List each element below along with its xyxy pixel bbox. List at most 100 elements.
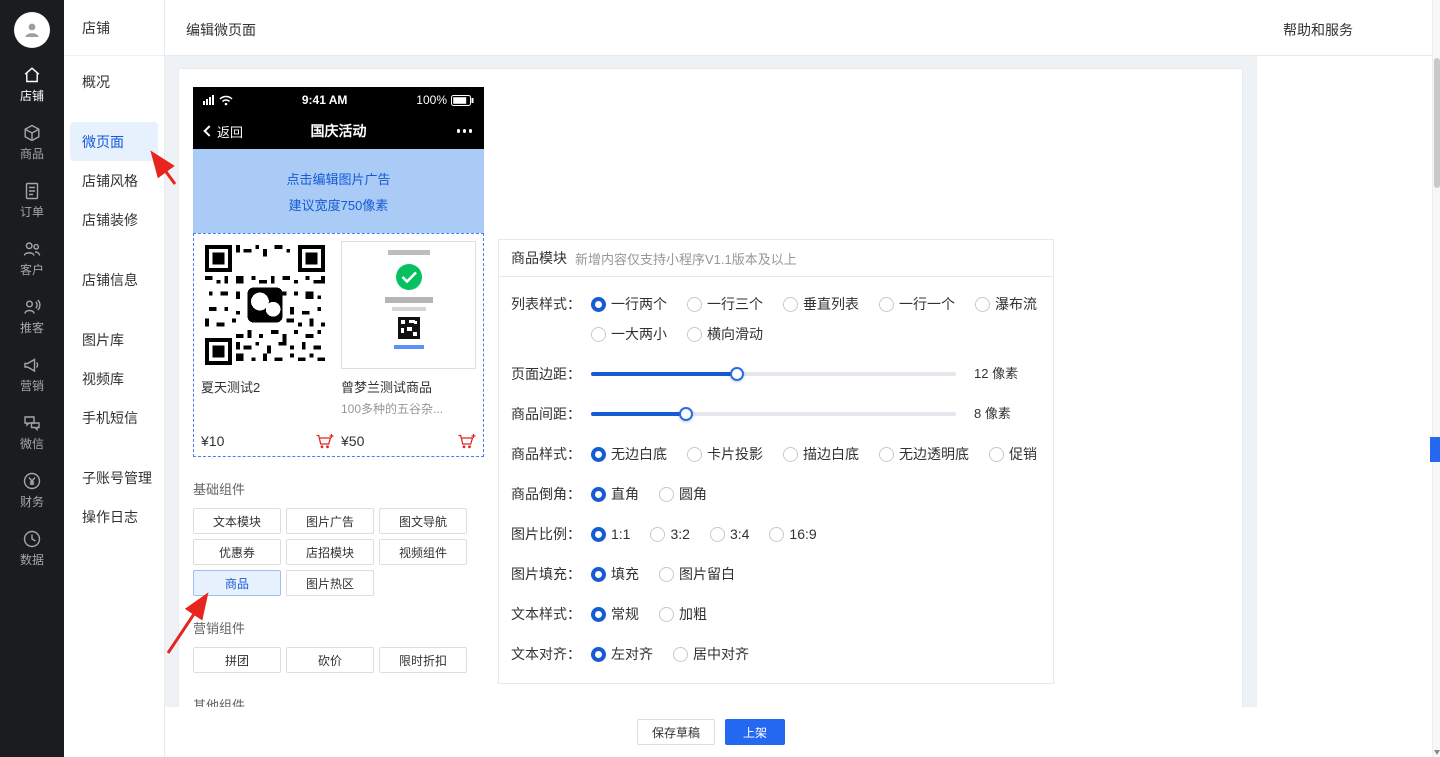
radio-card-shadow[interactable]: 卡片投影 [687,443,763,465]
product-image [341,241,476,369]
component-btn-goods[interactable]: 商品 [193,570,281,596]
avatar-person-icon [21,19,43,41]
radio-align-left[interactable]: 左对齐 [591,643,653,665]
component-btn-bargain[interactable]: 砍价 [286,647,374,673]
sidebar-item-overview[interactable]: 概况 [64,62,164,101]
sidebar-item-marketing[interactable]: 营销 [0,344,64,402]
setting-label: 商品倒角： [511,483,591,505]
sidebar-item-micropage[interactable]: 微页面 [70,122,158,161]
radio-ratio-3-2[interactable]: 3:2 [650,523,689,545]
radio-ratio-1-1[interactable]: 1:1 [591,523,630,545]
settings-subtitle: 新增内容仅支持小程序V1.1版本及以上 [575,249,797,268]
store-avatar[interactable] [14,12,50,48]
setting-row-item-gap: 商品间距： 8 像素 [511,403,1037,425]
sidebar-item-label: 营销 [20,380,44,392]
sidebar-item-finance[interactable]: 财务 [0,460,64,518]
data-icon [22,529,42,549]
radio-ratio-16-9[interactable]: 16:9 [769,523,816,545]
component-btn-store-sign[interactable]: 店招模块 [286,539,374,565]
vertical-scrollbar[interactable] [1432,0,1440,757]
scrollbar-down-arrow-icon[interactable] [1434,750,1440,755]
radio-icon [687,297,702,312]
radio-one-big-two-small[interactable]: 一大两小 [591,323,667,345]
setting-row-page-margin: 页面边距： 12 像素 [511,363,1037,385]
component-btn-text-module[interactable]: 文本模块 [193,508,281,534]
page-margin-slider[interactable] [591,363,956,385]
qr-code-image [201,241,329,369]
radio-two-per-row[interactable]: 一行两个 [591,293,667,315]
radio-waterfall[interactable]: 瀑布流 [975,293,1037,315]
selected-goods-module[interactable]: 夏天测试2 ¥10 [193,233,484,457]
sidebar-item-label: 商品 [20,148,44,160]
sidebar-item-data[interactable]: 数据 [0,518,64,576]
editor-panel: 9:41 AM 100% 返回 国庆活动 [178,68,1243,745]
radio-square-corner[interactable]: 直角 [591,483,639,505]
settings-title: 商品模块 [511,248,567,268]
sidebar-item-sms[interactable]: 手机短信 [64,398,164,437]
radio-one-per-row[interactable]: 一行一个 [879,293,955,315]
radio-regular[interactable]: 常规 [591,603,639,625]
sidebar-item-shop[interactable]: 店铺 [0,54,64,112]
radio-round-corner[interactable]: 圆角 [659,483,707,505]
save-draft-button[interactable]: 保存草稿 [637,719,715,745]
help-and-service-link[interactable]: 帮助和服务 [1283,20,1353,40]
setting-label: 列表样式： [511,293,591,315]
item-gap-slider[interactable] [591,403,956,425]
component-btn-image-text-nav[interactable]: 图文导航 [379,508,467,534]
page-title: 编辑微页面 [186,20,256,40]
goods-module-settings: 商品模块 新增内容仅支持小程序V1.1版本及以上 列表样式： 一行两个 一行三个… [498,239,1054,684]
cart-plus-icon [315,433,334,449]
sidebar-item-shop-info[interactable]: 店铺信息 [64,260,164,299]
sidebar-item-orders[interactable]: 订单 [0,170,64,228]
radio-icon [591,297,606,312]
slider-handle[interactable] [730,367,744,381]
radio-ratio-3-4[interactable]: 3:4 [710,523,749,545]
slider-handle[interactable] [679,407,693,421]
radio-promo[interactable]: 促销 [989,443,1037,465]
sidebar-item-goods[interactable]: 商品 [0,112,64,170]
setting-label: 图片填充： [511,563,591,585]
secondary-sidebar: 店铺 概况 微页面 店铺风格 店铺装修 店铺信息 图片库 视频库 手机短信 子账… [64,0,165,757]
radio-vertical-list[interactable]: 垂直列表 [783,293,859,315]
radio-stroke-white[interactable]: 描边白底 [783,443,859,465]
radio-horizontal-slide[interactable]: 横向滑动 [687,323,763,345]
component-btn-group-buy[interactable]: 拼团 [193,647,281,673]
image-ad-placeholder[interactable]: 点击编辑图片广告 建议宽度750像素 [193,149,484,233]
component-btn-image-ad[interactable]: 图片广告 [286,508,374,534]
component-btn-image-hotspot[interactable]: 图片热区 [286,570,374,596]
sidebar-item-customers[interactable]: 客户 [0,228,64,286]
radio-icon [769,527,784,542]
setting-row-image-fill: 图片填充： 填充 图片留白 [511,563,1037,585]
more-ellipsis-icon[interactable] [457,129,473,133]
component-btn-coupon[interactable]: 优惠券 [193,539,281,565]
component-group-title-basic: 基础组件 [193,479,484,498]
app-window: 店铺 商品 订单 客户 推客 营销 微信 财务 [0,0,1440,757]
sidebar-item-shop-style[interactable]: 店铺风格 [64,161,164,200]
radio-no-border-transparent[interactable]: 无边透明底 [879,443,969,465]
scrollbar-thumb[interactable] [1434,58,1440,188]
radio-three-per-row[interactable]: 一行三个 [687,293,763,315]
radio-bold[interactable]: 加粗 [659,603,707,625]
radio-no-border-white[interactable]: 无边白底 [591,443,667,465]
publish-button[interactable]: 上架 [725,719,785,745]
component-btn-flash-discount[interactable]: 限时折扣 [379,647,467,673]
sidebar-item-video-library[interactable]: 视频库 [64,359,164,398]
sidebar-item-subaccount[interactable]: 子账号管理 [64,458,164,497]
footer-action-bar: 保存草稿 上架 [165,707,1257,757]
side-blue-tab[interactable] [1430,437,1440,462]
sidebar-item-label: 订单 [20,206,44,218]
sidebar-item-promoter[interactable]: 推客 [0,286,64,344]
setting-label: 图片比例： [511,523,591,545]
radio-icon [879,297,894,312]
product-price: ¥50 [341,433,364,449]
radio-image-padding[interactable]: 图片留白 [659,563,735,585]
radio-fill[interactable]: 填充 [591,563,639,585]
sidebar-item-wechat[interactable]: 微信 [0,402,64,460]
sidebar-item-shop-decoration[interactable]: 店铺装修 [64,200,164,239]
sidebar-item-operation-log[interactable]: 操作日志 [64,497,164,536]
radio-align-center[interactable]: 居中对齐 [673,643,749,665]
component-btn-video[interactable]: 视频组件 [379,539,467,565]
radio-icon [687,327,702,342]
radio-icon [591,647,606,662]
sidebar-item-image-library[interactable]: 图片库 [64,320,164,359]
